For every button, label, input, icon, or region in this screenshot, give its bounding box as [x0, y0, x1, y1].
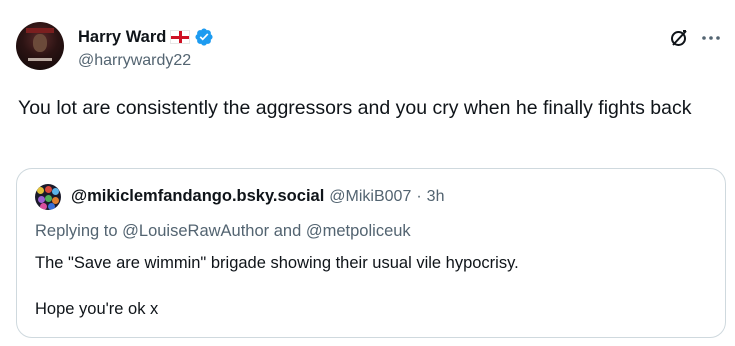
quoted-display-name[interactable]: @mikiclemfandango.bsky.social: [71, 187, 324, 206]
reply-mention-louiserawauthor[interactable]: @LouiseRawAuthor: [122, 222, 269, 240]
england-flag-icon: [170, 30, 191, 44]
quoted-separator: ·: [416, 188, 422, 205]
quoted-header: @mikiclemfandango.bsky.social @MikiB007 …: [71, 187, 444, 206]
quoted-timestamp[interactable]: 3h: [427, 188, 445, 206]
reply-mention-metpoliceuk[interactable]: @metpoliceuk: [306, 222, 411, 240]
quoted-tweet[interactable]: @mikiclemfandango.bsky.social @MikiB007 …: [16, 168, 726, 338]
more-icon[interactable]: [700, 28, 722, 48]
quoted-text-line-2: Hope you're ok x: [35, 300, 159, 318]
quoted-text-line-1: The "Save are wimmin" brigade showing th…: [35, 254, 519, 272]
grok-icon[interactable]: [669, 28, 689, 48]
quoted-reply-context: Replying to @LouiseRawAuthor and @metpol…: [35, 222, 411, 241]
reply-prefix: Replying to: [35, 222, 118, 240]
avatar-band: [26, 28, 54, 33]
verified-badge-icon[interactable]: [194, 27, 214, 47]
quoted-author-avatar[interactable]: [35, 184, 61, 210]
author-display-name[interactable]: Harry Ward: [78, 28, 166, 47]
quoted-handle[interactable]: @MikiB007: [329, 188, 411, 206]
avatar-face: [33, 34, 47, 52]
tweet-text: You lot are consistently the aggressors …: [18, 97, 692, 119]
reply-and: and: [273, 222, 302, 240]
author-name-row: Harry Ward: [78, 26, 214, 48]
avatar-caption: [28, 58, 52, 61]
author-avatar[interactable]: [16, 22, 64, 70]
author-handle[interactable]: @harrywardy22: [78, 52, 191, 70]
